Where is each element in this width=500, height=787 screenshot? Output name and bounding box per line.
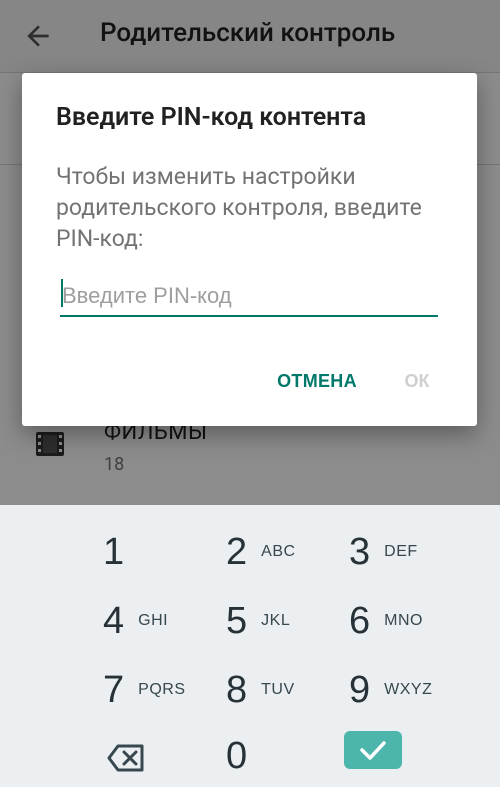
key-5[interactable]: 5 JKL xyxy=(226,590,290,652)
key-letters: GHI xyxy=(138,612,169,629)
ok-button[interactable]: ОК xyxy=(392,361,442,401)
key-letters: JKL xyxy=(261,612,291,629)
key-digit: 4 xyxy=(103,599,125,642)
key-digit: 5 xyxy=(226,599,248,642)
key-7[interactable]: 7 PQRS xyxy=(103,659,185,721)
key-9[interactable]: 9 WXYZ xyxy=(349,659,432,721)
text-cursor xyxy=(61,279,63,307)
key-digit: 8 xyxy=(226,668,248,711)
key-letters: PQRS xyxy=(138,681,186,698)
key-letters: WXYZ xyxy=(384,681,433,698)
dialog-message: Чтобы изменить настройки родительского к… xyxy=(56,163,422,252)
dialog-title: Введите PIN-код контента xyxy=(56,103,367,132)
key-digit: 9 xyxy=(349,668,371,711)
key-digit: 1 xyxy=(103,530,125,573)
key-digit: 6 xyxy=(349,599,371,642)
key-digit: 0 xyxy=(226,734,248,777)
key-letters: MNO xyxy=(384,612,423,629)
checkmark-icon xyxy=(360,741,386,760)
key-1[interactable]: 1 xyxy=(103,521,124,583)
key-letters: DEF xyxy=(384,543,418,560)
key-6[interactable]: 6 MNO xyxy=(349,590,423,652)
cancel-button[interactable]: ОТМЕНА xyxy=(262,361,372,401)
backspace-icon[interactable] xyxy=(107,744,145,772)
key-letters: ABC xyxy=(261,543,296,560)
key-8[interactable]: 8 TUV xyxy=(226,659,295,721)
pin-input[interactable] xyxy=(60,277,438,317)
key-3[interactable]: 3 DEF xyxy=(349,521,418,583)
pin-dialog: Введите PIN-код контента Чтобы изменить … xyxy=(22,73,477,426)
key-digit: 7 xyxy=(103,668,125,711)
enter-key[interactable] xyxy=(344,731,402,769)
key-2[interactable]: 2 ABC xyxy=(226,521,296,583)
numeric-keyboard: 1 2 ABC 3 DEF 4 GHI 5 JKL 6 MNO 7 PQRS 8… xyxy=(0,505,500,787)
key-letters: TUV xyxy=(261,681,295,698)
key-0[interactable]: 0 xyxy=(226,725,247,787)
key-4[interactable]: 4 GHI xyxy=(103,590,168,652)
key-digit: 3 xyxy=(349,530,371,573)
key-digit: 2 xyxy=(226,530,248,573)
